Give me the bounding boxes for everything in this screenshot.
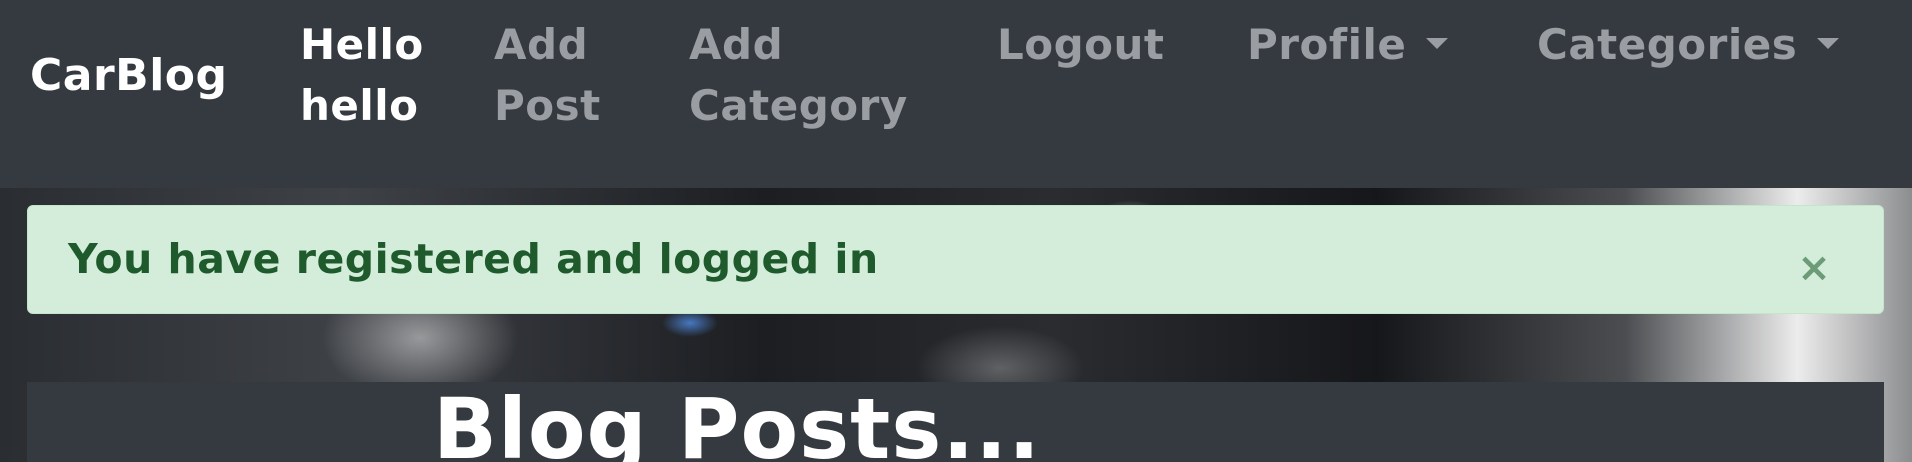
nav-categories-dropdown[interactable]: Categories: [1537, 14, 1840, 75]
nav-profile-label: Profile: [1247, 20, 1407, 69]
nav-add-post-line-2: Post: [494, 81, 601, 130]
page-title: Blog Posts...: [433, 382, 1042, 462]
nav-categories-row: Categories: [1537, 14, 1840, 75]
nav-add-category-line-1: Add: [689, 20, 784, 69]
alert-message: You have registered and logged in: [68, 235, 879, 283]
nav-profile-row: Profile: [1247, 14, 1449, 75]
nav-user-greeting[interactable]: Hello hello: [300, 14, 424, 136]
nav-categories-label: Categories: [1537, 20, 1798, 69]
nav-logout[interactable]: Logout: [997, 14, 1165, 75]
navbar: CarBlog Hello hello Add Post Add Categor…: [0, 0, 1912, 188]
nav-add-post-line-1: Add: [494, 20, 589, 69]
brand-logo-link[interactable]: CarBlog: [30, 48, 228, 104]
success-alert: You have registered and logged in ×: [27, 205, 1884, 314]
nav-user-greeting-line-2: hello: [300, 81, 419, 130]
caret-down-icon: [1426, 38, 1449, 49]
nav-logout-label: Logout: [997, 20, 1165, 69]
close-icon[interactable]: ×: [1792, 246, 1836, 290]
nav-add-post[interactable]: Add Post: [494, 14, 601, 136]
nav-add-category[interactable]: Add Category: [689, 14, 908, 136]
caret-down-icon: [1817, 38, 1840, 49]
nav-add-category-line-2: Category: [689, 81, 908, 130]
content-panel: Blog Posts...: [27, 382, 1884, 462]
nav-user-greeting-line-1: Hello: [300, 20, 424, 69]
nav-profile-dropdown[interactable]: Profile: [1247, 14, 1449, 75]
